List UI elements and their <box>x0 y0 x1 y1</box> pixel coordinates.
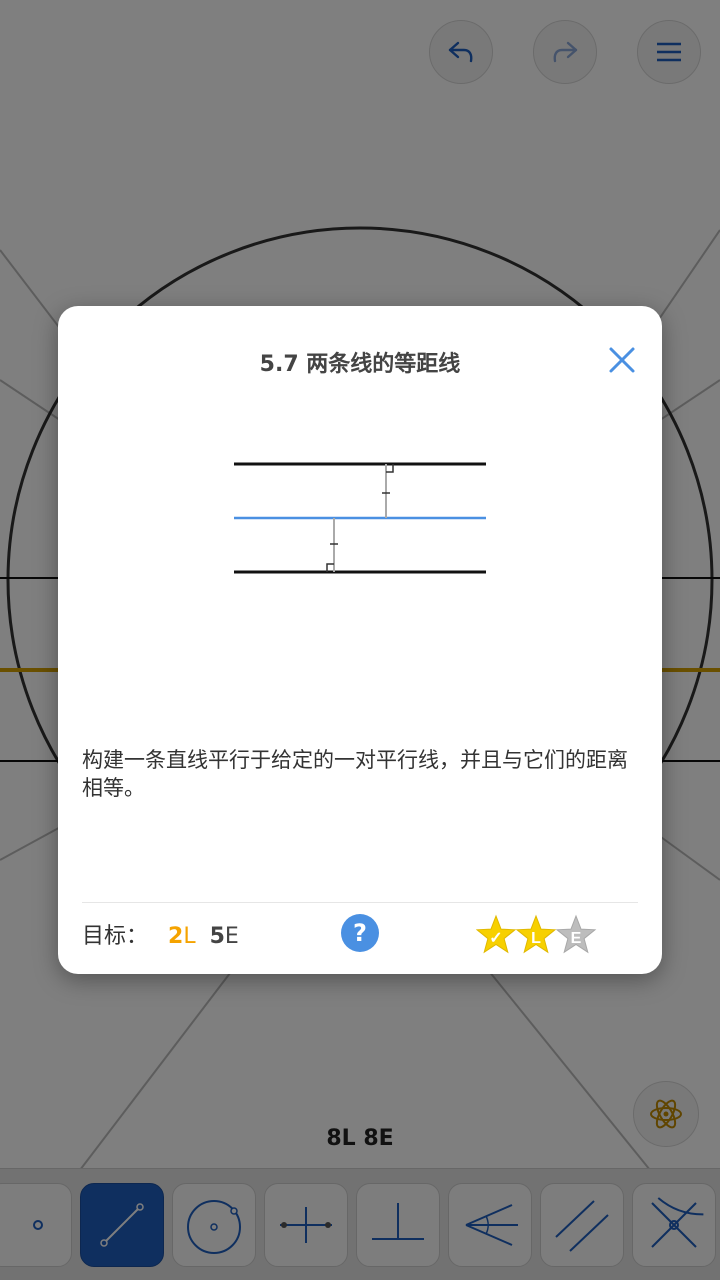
divider <box>82 902 638 903</box>
star-rating: ✓ L E <box>476 914 597 954</box>
close-icon[interactable] <box>606 344 638 376</box>
star-label-2: L <box>531 930 541 947</box>
goal-l: 2L <box>168 924 196 949</box>
star-label-3: E <box>571 930 582 947</box>
level-illustration <box>234 462 486 574</box>
level-description: 构建一条直线平行于给定的一对平行线，并且与它们的距离相等。 <box>82 748 628 800</box>
goal-label: 目标： <box>82 924 149 949</box>
goal-row: 目标： 2L 5E <box>82 918 239 950</box>
goal-e: 5E <box>209 924 239 949</box>
dialog-title: 5.7 两条线的等距线 <box>259 352 461 377</box>
level-dialog: 5.7 两条线的等距线 构建一条直线平行于给定的一对平行线，并且与它们的距离相等… <box>58 306 662 974</box>
help-button[interactable]: ? <box>341 914 379 952</box>
star-label-1: ✓ <box>489 930 502 947</box>
help-icon: ? <box>353 919 367 947</box>
